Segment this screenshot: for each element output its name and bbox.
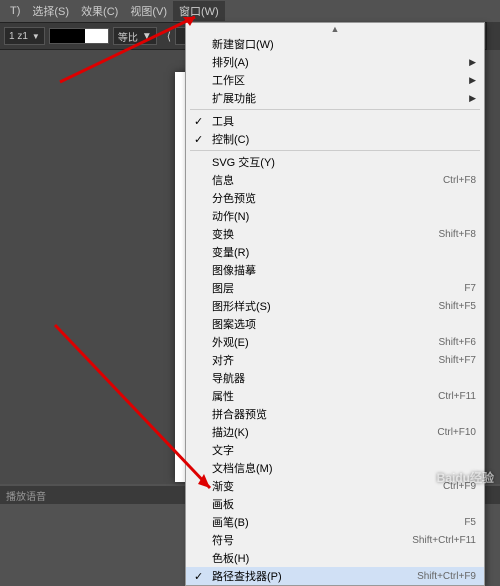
menu-item[interactable]: 文字 [186, 441, 484, 459]
menu-item-label: 属性 [212, 388, 438, 404]
window-menu-dropdown: ▲ 新建窗口(W)排列(A)▶工作区▶扩展功能▶✓工具✓控制(C)SVG 交互(… [185, 22, 485, 586]
points-prefix: ⟨ [167, 30, 171, 43]
menu-item[interactable]: 画笔(B)F5 [186, 513, 484, 531]
menu-shortcut: Shift+F7 [438, 355, 476, 366]
menu-item[interactable]: 工作区▶ [186, 71, 484, 89]
menu-item-label: 新建窗口(W) [212, 36, 476, 52]
menu-item-label: 图像描摹 [212, 262, 476, 278]
menu-shortcut: F5 [464, 517, 476, 528]
menu-item-label: 动作(N) [212, 208, 476, 224]
menu-item[interactable]: 分色预览 [186, 189, 484, 207]
menu-item[interactable]: 属性Ctrl+F11 [186, 387, 484, 405]
menu-item-label: 导航器 [212, 370, 476, 386]
menubar: T) 选择(S) 效果(C) 视图(V) 窗口(W) [0, 0, 500, 22]
menu-item-label: 排列(A) [212, 54, 469, 70]
menu-item-label: 渐变 [212, 478, 443, 494]
menu-item[interactable]: 色板(H) [186, 549, 484, 567]
zoom-value: 1 z1 [9, 31, 28, 42]
menu-separator [190, 109, 480, 110]
menu-window[interactable]: 窗口(W) [173, 1, 225, 21]
watermark: Baidu经验 [437, 469, 494, 486]
menu-separator [190, 150, 480, 151]
menu-shortcut: Shift+F6 [438, 337, 476, 348]
menu-item-label: 对齐 [212, 352, 438, 368]
menu-item-label: 色板(H) [212, 550, 476, 566]
menu-item-label: 变量(R) [212, 244, 476, 260]
menu-item[interactable]: ✓ 控制(C) [186, 130, 484, 148]
menu-item[interactable]: 导航器 [186, 369, 484, 387]
submenu-arrow-icon: ▶ [469, 57, 476, 68]
menu-item[interactable]: ✓ 工具 [186, 112, 484, 130]
menu-item-label: 外观(E) [212, 334, 438, 350]
check-icon: ✓ [194, 570, 203, 583]
stroke-style-select[interactable]: 等比 ▼ [113, 27, 157, 45]
menu-shortcut: F7 [464, 283, 476, 294]
menu-item-label: 扩展功能 [212, 90, 469, 106]
menu-item[interactable]: ✓ 路径查找器(P)Shift+Ctrl+F9 [186, 567, 484, 585]
menu-item-label: 图层 [212, 280, 464, 296]
menu-item-label: 图案选项 [212, 316, 476, 332]
menu-item-label: 信息 [212, 172, 443, 188]
stroke-preview[interactable] [49, 28, 109, 44]
menu-effect[interactable]: 效果(C) [75, 1, 124, 21]
menu-item[interactable]: 图像描摹 [186, 261, 484, 279]
menu-item-label: 图形样式(S) [212, 298, 438, 314]
menu-shortcut: Ctrl+F10 [437, 427, 476, 438]
menu-shortcut: Shift+F5 [438, 301, 476, 312]
menu-item-label: 画笔(B) [212, 514, 464, 530]
menu-select[interactable]: 选择(S) [26, 1, 75, 21]
menu-item-label: 变换 [212, 226, 438, 242]
menu-item[interactable]: 图形样式(S)Shift+F5 [186, 297, 484, 315]
menu-shortcut: Ctrl+F8 [443, 175, 476, 186]
scroll-up-icon[interactable]: ▲ [186, 23, 484, 35]
menu-item[interactable]: 新建窗口(W) [186, 35, 484, 53]
menu-t[interactable]: T) [4, 3, 26, 19]
menu-item-label: 工作区 [212, 72, 469, 88]
menu-item[interactable]: 动作(N) [186, 207, 484, 225]
menu-shortcut: Shift+Ctrl+F11 [412, 535, 476, 546]
menu-item[interactable]: 图层F7 [186, 279, 484, 297]
menu-item[interactable]: 变量(R) [186, 243, 484, 261]
menu-shortcut: Shift+F8 [438, 229, 476, 240]
menu-item[interactable]: 变换Shift+F8 [186, 225, 484, 243]
menu-view[interactable]: 视图(V) [124, 1, 173, 21]
right-panel-strip [486, 22, 500, 52]
submenu-arrow-icon: ▶ [469, 75, 476, 86]
menu-shortcut: Ctrl+F11 [438, 391, 476, 402]
menu-item-label: 文字 [212, 442, 476, 458]
menu-item-label: 路径查找器(P) [212, 568, 417, 584]
menu-item[interactable]: 拼合器预览 [186, 405, 484, 423]
menu-item[interactable]: 图案选项 [186, 315, 484, 333]
menu-item-label: 拼合器预览 [212, 406, 476, 422]
menu-item[interactable]: SVG 交互(Y) [186, 153, 484, 171]
menu-item[interactable]: 信息Ctrl+F8 [186, 171, 484, 189]
menu-item[interactable]: 对齐Shift+F7 [186, 351, 484, 369]
menu-item[interactable]: 外观(E)Shift+F6 [186, 333, 484, 351]
status-text: 播放语音 [6, 488, 46, 503]
menu-item-label: SVG 交互(Y) [212, 154, 476, 170]
menu-item-label: 描边(K) [212, 424, 437, 440]
submenu-arrow-icon: ▶ [469, 93, 476, 104]
menu-item-label: 控制(C) [212, 131, 476, 147]
check-icon: ✓ [194, 115, 203, 128]
menu-item[interactable]: 描边(K)Ctrl+F10 [186, 423, 484, 441]
check-icon: ✓ [194, 133, 203, 146]
chevron-down-icon: ▼ [32, 32, 40, 41]
menu-item[interactable]: 符号Shift+Ctrl+F11 [186, 531, 484, 549]
menu-shortcut: Shift+Ctrl+F9 [417, 571, 476, 582]
menu-item-label: 画板 [212, 496, 476, 512]
menu-item[interactable]: 画板 [186, 495, 484, 513]
menu-item-label: 符号 [212, 532, 412, 548]
menu-item-label: 分色预览 [212, 190, 476, 206]
menu-item-label: 工具 [212, 113, 476, 129]
menu-item[interactable]: 扩展功能▶ [186, 89, 484, 107]
menu-item[interactable]: 排列(A)▶ [186, 53, 484, 71]
zoom-select[interactable]: 1 z1 ▼ [4, 27, 45, 45]
chevron-down-icon: ▼ [142, 31, 152, 42]
